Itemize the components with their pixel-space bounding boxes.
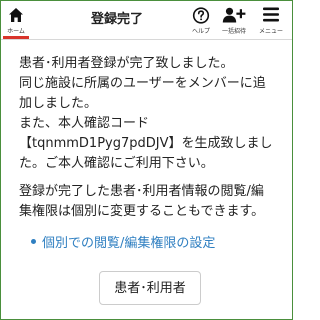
completion-message: 患者･利用者登録が完了致しました。 同じ施設に所属のユーザーをメンバーに追 加し… <box>19 54 281 222</box>
help-circle-icon <box>192 7 210 28</box>
permission-note: 登録が完了した患者･利用者情報の閲覧/編 集権限は個別に変更することもできます。 <box>19 182 281 222</box>
help-label: ヘルプ <box>191 28 210 35</box>
hamburger-menu-icon <box>263 7 279 26</box>
bulk-invite-button[interactable]: 一括招待 <box>217 1 251 39</box>
header-bar: ホーム 登録完了 ヘルプ 一括招待 メニュー <box>1 1 292 40</box>
message-paragraph: 患者･利用者登録が完了致しました。 同じ施設に所属のユーザーをメンバーに追 加し… <box>19 54 281 174</box>
help-button[interactable]: ヘルプ <box>188 1 214 39</box>
header-divider <box>1 39 292 40</box>
message-line: 同じ施設に所属のユーザーをメンバーに追 <box>19 76 266 91</box>
message-line: また、本人確認コード <box>19 116 150 131</box>
menu-label: メニュー <box>258 28 283 35</box>
menu-button[interactable]: メニュー <box>254 1 288 39</box>
message-line: 加しました。 <box>19 96 98 111</box>
note-line: 登録が完了した患者･利用者情報の閲覧/編 <box>19 184 264 199</box>
user-plus-icon <box>222 7 246 27</box>
home-button[interactable]: ホーム <box>3 1 29 39</box>
message-line: た。ご本人確認にご利用下さい。 <box>19 156 214 171</box>
home-icon <box>8 7 24 27</box>
message-line: 患者･利用者登録が完了致しました。 <box>19 56 234 71</box>
note-line: 集権限は個別に変更することもできます。 <box>19 204 265 219</box>
permission-settings-link[interactable]: 個別での閲覧/編集権限の設定 <box>31 235 215 253</box>
invite-label: 一括招待 <box>221 28 246 35</box>
bullet-dot <box>31 239 36 244</box>
verification-code-line: 【tqnmmD1Pyg7pdDJV】を生成致しまし <box>19 136 273 151</box>
patient-user-button[interactable]: 患者･利用者 <box>99 271 201 305</box>
permission-settings-link-label: 個別での閲覧/編集権限の設定 <box>42 236 216 251</box>
page-title: 登録完了 <box>90 12 143 27</box>
page-frame: ホーム 登録完了 ヘルプ 一括招待 メニュー 患者･利用者登録が完了致しました。… <box>0 0 293 320</box>
home-label: ホーム <box>7 28 25 35</box>
